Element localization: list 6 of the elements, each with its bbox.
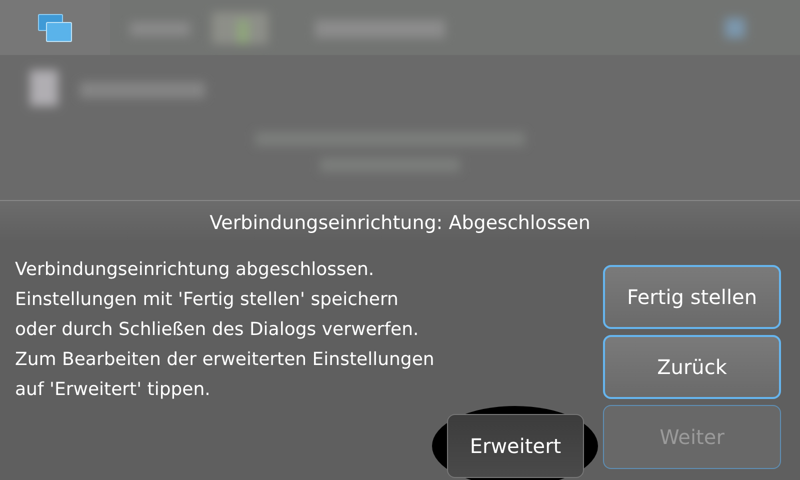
dialog-button[interactable]: Zurück <box>603 335 781 399</box>
dialog-title: Verbindungseinrichtung: Abgeschlossen <box>208 211 592 236</box>
dialog-button[interactable]: Fertig stellen <box>603 265 781 329</box>
advanced-button[interactable]: Erweitert <box>447 414 584 478</box>
task-switcher-icon[interactable] <box>38 14 72 42</box>
dialog-message: Verbindungseinrichtung abgeschlossen. Einstellungen mit 'Fertig stellen' speichern oder durch Schließen des Dialogs verwerfen. Zum Bearbeiten der erweiterten Einstellungen auf 'Erweitert' tippen. <box>15 258 436 402</box>
